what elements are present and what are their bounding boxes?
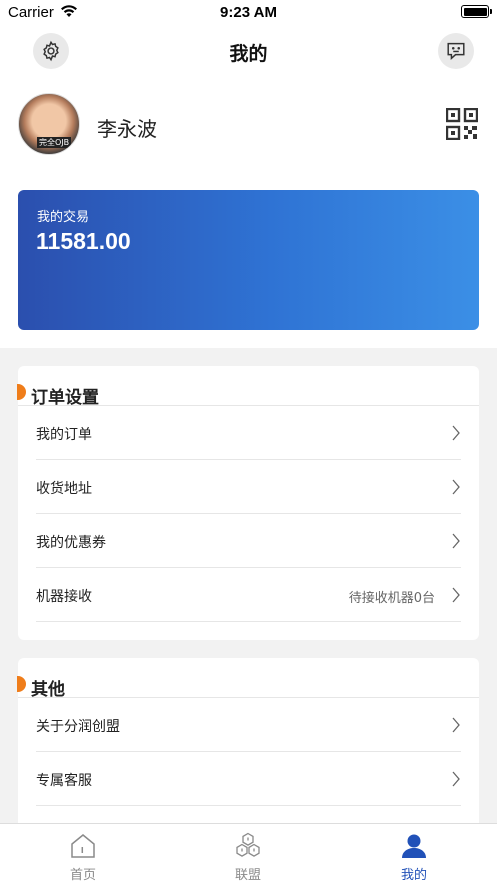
list-item-label: 专属客服	[36, 773, 92, 789]
section-title: 订单设置	[31, 388, 99, 408]
chevron-right-icon	[452, 479, 460, 495]
list-item-about[interactable]: 关于分润创盟	[36, 698, 461, 752]
navigation-bar: 我的	[0, 30, 497, 72]
tab-home[interactable]: 首页	[33, 824, 133, 883]
message-button[interactable]	[438, 33, 474, 69]
status-time: 9:23 AM	[220, 4, 277, 21]
list-item-address[interactable]: 收货地址	[36, 460, 461, 514]
hexagon-cluster-icon	[236, 832, 260, 857]
home-icon	[71, 834, 95, 858]
list-item-coupons[interactable]: 我的优惠券	[36, 514, 461, 568]
section-accent-mark	[17, 384, 26, 400]
chevron-right-icon	[452, 717, 460, 733]
header-area: Carrier 9:23 AM 我的 完全OJB 李永波 我的交易 11581.…	[0, 0, 497, 348]
pending-machines-value: 待接收机器0台	[348, 591, 435, 606]
page-title: 我的	[229, 43, 268, 65]
list-item-label: 我的优惠券	[36, 535, 106, 551]
transaction-card[interactable]: 我的交易 11581.00	[18, 190, 479, 330]
tab-mine[interactable]: 我的	[364, 824, 464, 883]
chat-icon	[447, 42, 465, 60]
tab-label: 首页	[69, 868, 96, 883]
tab-label: 我的	[400, 868, 427, 883]
chevron-right-icon	[452, 587, 460, 603]
list-item-my-orders[interactable]: 我的订单	[36, 406, 461, 460]
list-item-customer-service[interactable]: 专属客服	[36, 752, 461, 806]
list-item-machine-receive[interactable]: 机器接收 待接收机器0台	[36, 568, 461, 622]
section-title: 其他	[31, 680, 65, 700]
profile-row[interactable]: 完全OJB 李永波	[0, 93, 497, 159]
list-item-label: 机器接收	[36, 589, 92, 605]
chevron-right-icon	[452, 771, 460, 787]
chevron-right-icon	[452, 425, 460, 441]
order-settings-section: 订单设置 我的订单 收货地址 我的优惠券 机器接收 待接收机器0台	[17, 366, 479, 640]
tab-alliance[interactable]: 联盟	[198, 824, 298, 883]
section-accent-mark	[17, 676, 26, 692]
transaction-label: 我的交易	[37, 210, 90, 225]
tab-bar: 首页 联盟 我的	[0, 823, 497, 883]
other-section: 其他 关于分润创盟 专属客服	[17, 658, 479, 828]
chevron-right-icon	[452, 533, 460, 549]
section-header: 订单设置	[17, 366, 479, 408]
status-bar: Carrier 9:23 AM	[0, 0, 497, 26]
list-item-label: 我的订单	[36, 427, 92, 443]
user-name: 李永波	[97, 117, 157, 141]
user-icon	[402, 834, 426, 858]
list-item-label: 关于分润创盟	[36, 719, 120, 735]
qr-code-icon[interactable]	[446, 108, 478, 140]
section-header: 其他	[17, 658, 479, 700]
avatar-caption: 完全OJB	[37, 137, 72, 148]
tab-label: 联盟	[234, 868, 261, 883]
transaction-value: 11581.00	[36, 228, 131, 254]
avatar[interactable]: 完全OJB	[18, 93, 80, 155]
list-item-label: 收货地址	[36, 481, 92, 497]
battery-icon	[461, 5, 492, 18]
